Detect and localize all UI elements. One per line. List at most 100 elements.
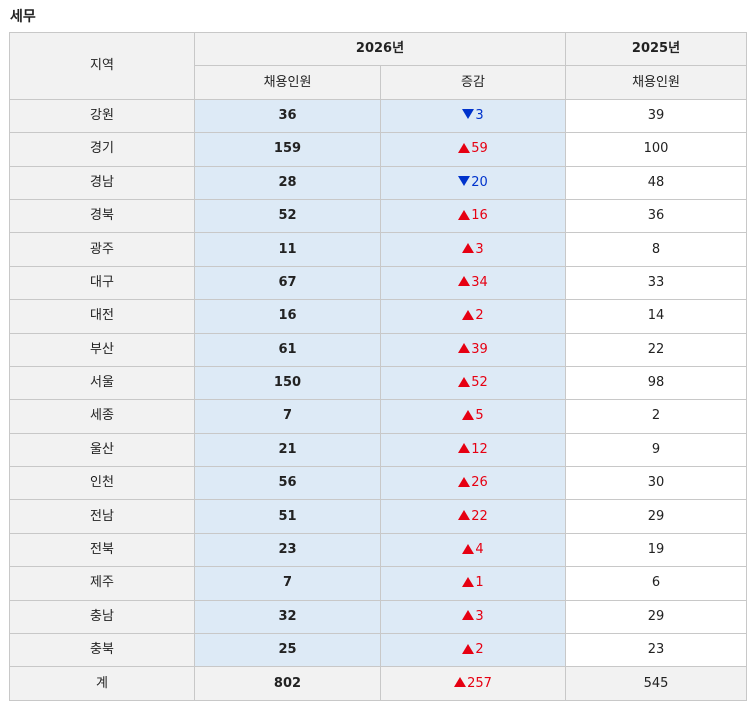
triangle-up-icon [458, 510, 471, 521]
hire-2026-cell: 21 [194, 432, 381, 468]
region-cell: 광주 [9, 232, 195, 267]
region-cell: 세종 [9, 399, 195, 434]
triangle-down-icon [458, 176, 471, 187]
change-value: 4 [475, 542, 484, 558]
hire-2026-cell: 32 [194, 599, 381, 635]
change-cell: 20 [380, 165, 566, 200]
hire-2026-cell: 7 [194, 566, 381, 601]
table-row: 전남 51 22 29 [9, 499, 747, 534]
region-cell: 제주 [9, 566, 195, 601]
region-cell: 경북 [9, 198, 195, 234]
change-cell: 2 [380, 633, 566, 668]
change-value: 34 [471, 274, 488, 290]
table-row: 경북 52 16 36 [9, 198, 747, 234]
change-value: 257 [467, 675, 492, 691]
change-cell: 16 [380, 198, 566, 234]
change-cell: 34 [380, 265, 566, 301]
region-cell: 대구 [9, 265, 195, 301]
table-row: 울산 21 12 9 [9, 432, 747, 468]
region-cell: 인천 [9, 466, 195, 501]
hire-2026-cell: 159 [194, 132, 381, 167]
change-value: 1 [475, 575, 484, 591]
table-row: 전북 23 4 19 [9, 532, 747, 568]
hire-2025-cell: 100 [565, 132, 747, 167]
hire-2025-cell: 14 [565, 299, 747, 334]
hire-2025-cell: 36 [565, 198, 747, 234]
hire-2026-cell: 67 [194, 265, 381, 301]
table-row: 부산 61 39 22 [9, 332, 747, 367]
change-value: 20 [471, 174, 488, 190]
region-cell: 서울 [9, 365, 195, 401]
table-row: 충북 25 2 23 [9, 633, 747, 668]
hire-2026-cell: 11 [194, 232, 381, 267]
header-row-years: 지역 2026년 2025년 [9, 31, 747, 100]
table-row: 광주 11 3 8 [9, 232, 747, 267]
triangle-up-icon [462, 643, 475, 654]
table-header: 지역 2026년 2025년 채용인원 증감 채용인원 [9, 31, 747, 100]
region-cell: 울산 [9, 432, 195, 468]
hire-2026-cell: 61 [194, 332, 381, 367]
triangle-up-icon [462, 543, 475, 554]
triangle-up-icon [458, 276, 471, 287]
change-cell: 1 [380, 566, 566, 601]
hire-2025-cell: 6 [565, 566, 747, 601]
hire-2025-cell: 22 [565, 332, 747, 367]
change-value: 3 [475, 241, 484, 257]
triangle-up-icon [458, 209, 471, 220]
year-2026-header: 2026년 [194, 31, 566, 67]
hire-2026-cell: 802 [194, 666, 381, 701]
hire-2026-column-header: 채용인원 [194, 65, 381, 100]
page-title: 세무 [10, 9, 36, 25]
hire-2025-cell: 98 [565, 365, 747, 401]
region-cell: 전북 [9, 532, 195, 568]
change-cell: 39 [380, 332, 566, 367]
triangle-up-icon [458, 142, 471, 153]
table-body: 강원 36 3 39 경기 159 59 100 경남 28 20 48 경북 52 16 36 광주 11 3 8 대… [9, 98, 747, 701]
table-row: 제주 7 1 6 [9, 566, 747, 601]
hire-2025-cell: 2 [565, 399, 747, 434]
region-cell: 부산 [9, 332, 195, 367]
hire-2026-cell: 52 [194, 198, 381, 234]
change-column-header: 증감 [380, 65, 566, 100]
table-row: 서울 150 52 98 [9, 365, 747, 401]
hire-2026-cell: 51 [194, 499, 381, 534]
table-row: 대구 67 34 33 [9, 265, 747, 301]
triangle-up-icon [462, 576, 475, 587]
hire-2026-cell: 25 [194, 633, 381, 668]
change-cell: 59 [380, 132, 566, 167]
change-cell: 3 [380, 232, 566, 267]
change-value: 2 [475, 308, 484, 324]
change-cell: 4 [380, 532, 566, 568]
triangle-up-icon [458, 476, 471, 487]
hire-2025-cell: 39 [565, 98, 747, 134]
change-cell: 3 [380, 98, 566, 134]
triangle-up-icon [458, 443, 471, 454]
change-cell: 3 [380, 599, 566, 635]
hire-2026-cell: 16 [194, 299, 381, 334]
hire-2025-cell: 545 [565, 666, 747, 701]
hire-2025-column-header: 채용인원 [565, 65, 747, 100]
table-row: 강원 36 3 39 [9, 98, 747, 134]
change-cell: 22 [380, 499, 566, 534]
change-value: 3 [475, 107, 484, 123]
region-cell: 충북 [9, 633, 195, 668]
triangle-up-icon [462, 409, 475, 420]
total-row: 계 802 257 545 [9, 666, 747, 701]
hire-2026-cell: 23 [194, 532, 381, 568]
change-cell: 2 [380, 299, 566, 334]
triangle-up-icon [458, 343, 471, 354]
hire-2026-cell: 7 [194, 399, 381, 434]
hire-2026-cell: 56 [194, 466, 381, 501]
year-2025-header: 2025년 [565, 31, 747, 67]
change-cell: 26 [380, 466, 566, 501]
triangle-up-icon [462, 309, 475, 320]
triangle-up-icon [462, 243, 475, 254]
change-value: 5 [475, 408, 484, 424]
hire-2025-cell: 48 [565, 165, 747, 200]
table-row: 충남 32 3 29 [9, 599, 747, 635]
recruitment-table: 지역 2026년 2025년 채용인원 증감 채용인원 강원 36 3 39 경기 159… [9, 31, 747, 701]
hire-2025-cell: 23 [565, 633, 747, 668]
region-cell: 계 [9, 666, 195, 701]
change-value: 26 [471, 475, 488, 491]
hire-2026-cell: 150 [194, 365, 381, 401]
